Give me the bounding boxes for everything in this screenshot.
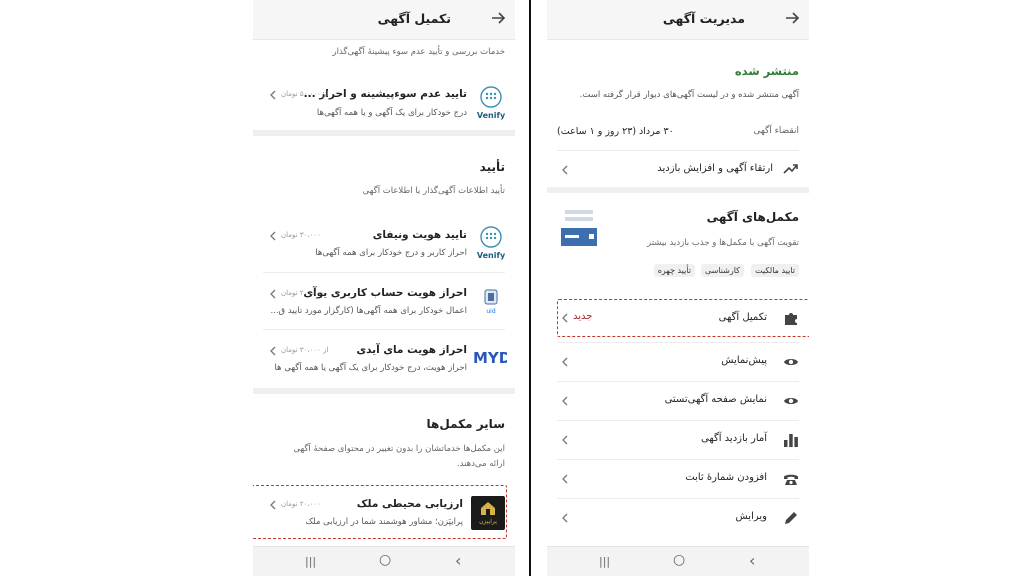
addons-description: تقویت آگهی با مکمل‌ها و جذب بازدید بیشتر bbox=[647, 238, 799, 248]
status-label: منتشر شده bbox=[734, 64, 799, 78]
puzzle-icon bbox=[785, 313, 797, 325]
chevron-left-icon bbox=[562, 435, 568, 445]
chevron-left-icon bbox=[270, 90, 276, 100]
pencil-icon bbox=[785, 512, 797, 524]
menu-label: افزودن شمارهٔ ثابت bbox=[685, 472, 767, 483]
item-title: احراز هویت حساب کاربری یوآی bbox=[303, 287, 467, 299]
recent-apps-button[interactable]: ||| bbox=[599, 555, 610, 568]
item-price: ۲۰،۰۰۰ تومان bbox=[281, 500, 321, 508]
chevron-left-icon bbox=[562, 474, 568, 484]
venify-logo: Venify bbox=[477, 86, 506, 120]
section-divider bbox=[547, 187, 809, 193]
page-title: مدیریت آگهی bbox=[662, 11, 745, 26]
svg-text:MYD: MYD bbox=[473, 349, 507, 366]
chevron-left-icon bbox=[270, 289, 276, 299]
item-desc: احراز هویت، درج خودکار برای یک آگهی یا ه… bbox=[274, 363, 467, 373]
chevron-left-icon bbox=[562, 396, 568, 406]
bar-chart-icon bbox=[784, 434, 798, 447]
myd-logo: MYD bbox=[473, 349, 507, 366]
svg-text:Venify: Venify bbox=[477, 251, 506, 260]
other-subtitle: این مکمل‌ها خدماتشان را بدون تغییر در مح… bbox=[293, 444, 505, 454]
item-desc: احراز کاربر و درج خودکار برای همه آگهی‌ه… bbox=[315, 248, 467, 258]
section-divider bbox=[253, 130, 515, 136]
item-price: ۲۰۰،۰۰۰ تومان bbox=[281, 289, 325, 297]
home-button[interactable]: ○ bbox=[379, 552, 391, 568]
item-desc: درج خودکار برای یک آگهی و یا همه آگهی‌ها bbox=[316, 108, 467, 118]
other-heading: سایر مکمل‌ها bbox=[426, 417, 505, 431]
system-nav-bar: ||| ○ ‹ bbox=[547, 546, 809, 576]
row-divider bbox=[557, 420, 799, 421]
highlight-box bbox=[557, 299, 809, 337]
chip[interactable]: تایید مالکیت bbox=[751, 264, 799, 277]
item-title: تایید هویت ونیفای bbox=[372, 229, 467, 241]
page-title: تکمیل آگهی bbox=[377, 11, 451, 26]
chevron-left-icon bbox=[270, 346, 276, 356]
row-divider bbox=[557, 150, 799, 151]
new-badge: جدید bbox=[573, 311, 593, 322]
item-price: از ۳۰،۰۰۰ تومان bbox=[281, 346, 329, 354]
item-title: ارزیابی محیطی ملک bbox=[356, 498, 463, 510]
menu-label: نمایش صفحه آگهی‌تستی bbox=[664, 394, 767, 405]
status-description: آگهی منتشر شده و در لیست آگهی‌های دیوار … bbox=[579, 90, 799, 100]
divider-line bbox=[529, 0, 531, 576]
section-divider bbox=[253, 388, 515, 394]
chip[interactable]: کارشناسی bbox=[700, 264, 744, 277]
left-screen: تکمیل آگهی خدمات بررسی و تأیید عدم سوء پ… bbox=[253, 0, 515, 576]
phone-icon bbox=[784, 474, 798, 485]
menu-label: تکمیل آگهی bbox=[718, 312, 767, 323]
back-arrow-icon[interactable] bbox=[783, 9, 801, 27]
item-divider bbox=[263, 329, 505, 330]
eye-icon bbox=[784, 398, 798, 404]
system-nav-bar: ||| ○ ‹ bbox=[253, 546, 515, 576]
item-price: ۳۰،۰۰۰ تومان bbox=[281, 231, 321, 239]
addons-illustration bbox=[561, 210, 597, 246]
uid-logo: uid bbox=[484, 289, 498, 315]
intro-text: خدمات بررسی و تأیید عدم سوء پیشینهٔ آگهی… bbox=[332, 47, 506, 57]
promote-label: ارتقاء آگهی و افزایش بازدید bbox=[657, 163, 773, 174]
system-back-button[interactable]: ‹ bbox=[455, 551, 461, 570]
praypezan-logo: پرایپزن bbox=[471, 496, 505, 530]
right-screen: مدیریت آگهی منتشر شده آگهی منتشر شده و د… bbox=[547, 0, 809, 576]
menu-label: آمار بازدید آگهی bbox=[701, 433, 767, 444]
other-subtitle-line2: ارائه می‌دهند. bbox=[456, 459, 505, 469]
chevron-left-icon bbox=[562, 513, 568, 523]
menu-label: پیش‌نمایش bbox=[721, 355, 767, 366]
chevron-left-icon bbox=[270, 500, 276, 510]
addons-title: مکمل‌های آگهی bbox=[706, 210, 799, 224]
back-arrow-icon[interactable] bbox=[489, 9, 507, 27]
venify-logo: Venify bbox=[477, 226, 506, 260]
item-price: از ۵۰،۰۰۰ تومان bbox=[281, 90, 329, 98]
recent-apps-button[interactable]: ||| bbox=[305, 555, 316, 568]
trending-up-icon bbox=[783, 164, 798, 174]
row-divider bbox=[557, 342, 799, 343]
expire-label: انقضاء آگهی bbox=[753, 126, 799, 136]
row-divider bbox=[557, 381, 799, 382]
verify-heading: تأیید bbox=[479, 160, 505, 174]
chevron-left-icon bbox=[562, 165, 568, 175]
item-title: احراز هویت مای آیدی bbox=[356, 344, 467, 356]
verify-subtitle: تأیید اطلاعات آگهی‌گذار یا اطلاعات آگهی bbox=[362, 186, 505, 196]
eye-icon bbox=[784, 359, 798, 365]
expire-value: ۳۰ مرداد (۲۳ روز و ۱ ساعت) bbox=[557, 126, 674, 137]
chip[interactable]: تأیید چهره bbox=[653, 264, 695, 277]
chevron-left-icon bbox=[270, 231, 276, 241]
item-desc: اعمال خودکار برای همه آگهی‌ها (کارگزار م… bbox=[270, 306, 467, 316]
svg-text:Venify: Venify bbox=[477, 111, 506, 120]
menu-label: ویرایش bbox=[735, 511, 767, 522]
svg-text:uid: uid bbox=[486, 308, 495, 315]
highlight-box bbox=[253, 485, 507, 539]
top-bar: تکمیل آگهی bbox=[253, 0, 515, 40]
item-desc: پرایپَزن؛ مشاور هوشمند شما در ارزیابی مل… bbox=[305, 517, 463, 527]
system-back-button[interactable]: ‹ bbox=[749, 551, 755, 570]
item-divider bbox=[263, 272, 505, 273]
row-divider bbox=[557, 498, 799, 499]
chevron-left-icon bbox=[562, 313, 568, 323]
row-divider bbox=[557, 459, 799, 460]
home-button[interactable]: ○ bbox=[673, 552, 685, 568]
chevron-left-icon bbox=[562, 357, 568, 367]
top-bar: مدیریت آگهی bbox=[547, 0, 809, 40]
